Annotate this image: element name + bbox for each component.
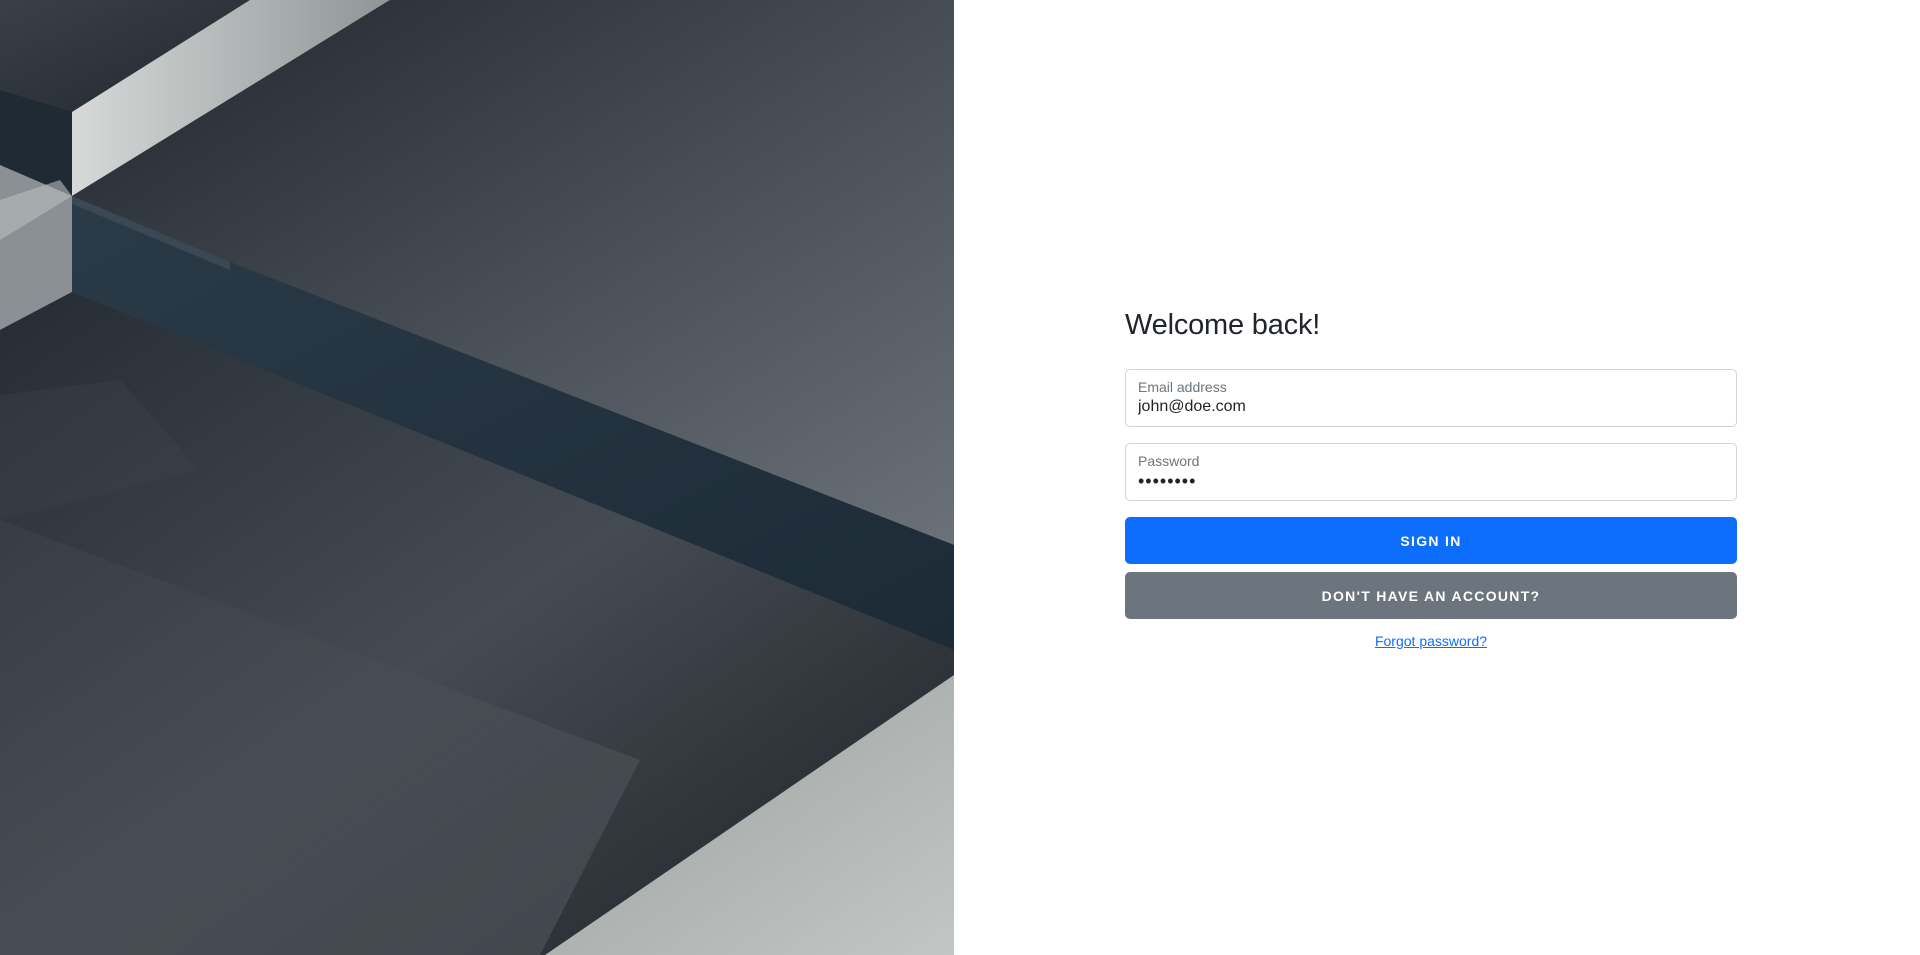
password-input[interactable] bbox=[1138, 471, 1718, 491]
sign-in-button[interactable]: Sign in bbox=[1125, 517, 1737, 564]
password-field[interactable]: Password bbox=[1125, 443, 1737, 501]
register-button[interactable]: Don't have an account? bbox=[1125, 572, 1737, 619]
login-page: Welcome back! Email address Password Sig… bbox=[0, 0, 1920, 955]
hero-image bbox=[0, 0, 954, 955]
password-label: Password bbox=[1138, 453, 1200, 469]
login-form: Welcome back! Email address Password Sig… bbox=[1125, 304, 1737, 649]
forgot-password-link[interactable]: Forgot password? bbox=[1125, 633, 1737, 649]
email-input[interactable] bbox=[1138, 397, 1718, 417]
abstract-geometric-image bbox=[0, 0, 954, 955]
email-label: Email address bbox=[1138, 379, 1227, 395]
page-title: Welcome back! bbox=[1125, 309, 1321, 341]
email-field[interactable]: Email address bbox=[1125, 369, 1737, 427]
login-panel: Welcome back! Email address Password Sig… bbox=[954, 0, 1920, 955]
